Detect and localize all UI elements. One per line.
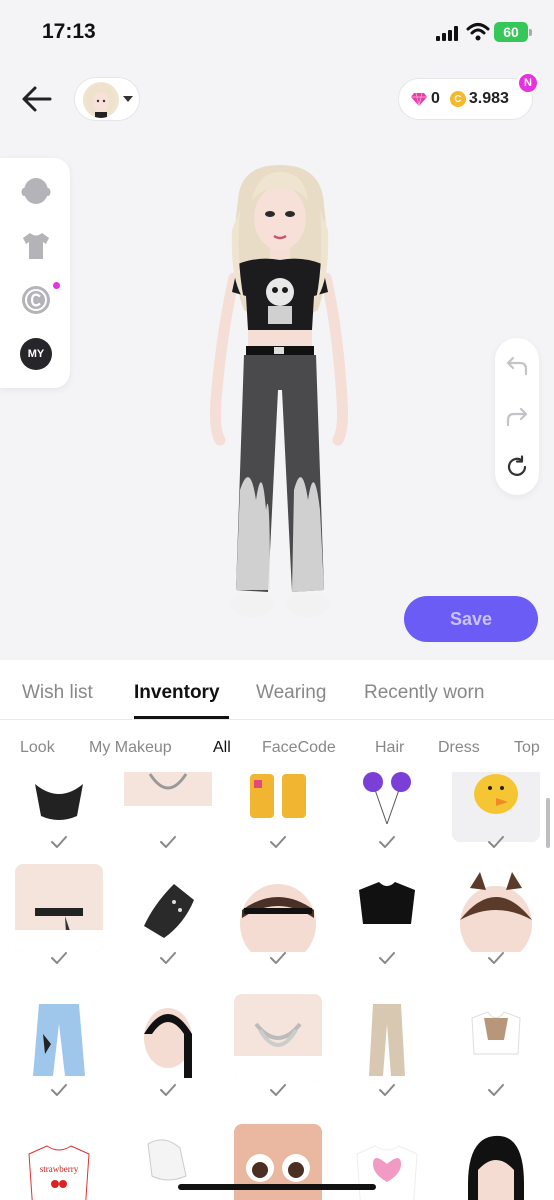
redo-icon[interactable] xyxy=(505,405,529,429)
item-strawberry-tee[interactable]: strawberry xyxy=(15,1124,103,1200)
tab-wearing[interactable]: Wearing xyxy=(256,682,326,704)
item-printed-jeans[interactable] xyxy=(15,994,103,1082)
filter-all[interactable]: All xyxy=(213,739,231,757)
avatar-thumbnail xyxy=(83,82,119,118)
filter-top[interactable]: Top xyxy=(514,739,540,757)
item-duck-hat[interactable] xyxy=(452,772,540,842)
item-beige-pants[interactable] xyxy=(343,994,431,1082)
item-follow-balloons[interactable]: FOLLOW xyxy=(343,772,431,842)
filter-look[interactable]: Look xyxy=(20,739,55,757)
coin-icon: C xyxy=(449,91,466,107)
item-chain-necklace[interactable] xyxy=(234,994,322,1082)
check-icon xyxy=(488,1084,504,1096)
coin-count: 3.983 xyxy=(468,90,509,107)
battery-icon: 60 xyxy=(494,22,532,42)
check-icon xyxy=(379,952,395,964)
check-icon xyxy=(379,1084,395,1096)
copyright-icon[interactable] xyxy=(20,284,52,316)
status-time: 17:13 xyxy=(42,20,96,43)
check-icon xyxy=(160,1084,176,1096)
reset-icon[interactable] xyxy=(505,455,529,479)
category-side-panel: MY xyxy=(0,158,70,388)
item-cat-ear-hair[interactable] xyxy=(452,864,540,952)
item-silver-necklace[interactable] xyxy=(124,772,212,842)
item-yellow-boots[interactable] xyxy=(234,772,322,842)
filter-dress[interactable]: Dress xyxy=(438,739,480,757)
check-icon xyxy=(160,952,176,964)
check-icon xyxy=(488,952,504,964)
item-black-crop-top[interactable] xyxy=(15,772,103,842)
new-badge: N xyxy=(517,72,539,94)
filter-my-makeup[interactable]: My Makeup xyxy=(89,739,172,757)
check-icon xyxy=(160,836,176,848)
currency-display[interactable]: 0 C 3.983 xyxy=(398,78,533,120)
home-indicator xyxy=(178,1184,376,1190)
check-icon xyxy=(270,1084,286,1096)
avatar-figure[interactable] xyxy=(200,160,360,625)
scrollbar[interactable] xyxy=(546,798,550,848)
check-icon xyxy=(51,952,67,964)
item-grid: FOLLOW strawberry xyxy=(0,772,554,1200)
signal-icon xyxy=(436,26,460,41)
back-arrow-icon[interactable] xyxy=(20,82,54,116)
check-icon xyxy=(270,952,286,964)
svg-text:strawberry: strawberry xyxy=(40,1164,79,1174)
avatar-switcher[interactable] xyxy=(74,77,140,121)
tab-inventory[interactable]: Inventory xyxy=(134,682,220,704)
item-long-black-hair[interactable] xyxy=(452,1124,540,1200)
check-icon xyxy=(379,836,395,848)
notification-dot xyxy=(53,282,60,289)
history-panel xyxy=(495,338,539,495)
filter-bar: Look My Makeup All FaceCode Hair Dress T… xyxy=(0,730,554,766)
head-icon[interactable] xyxy=(20,176,52,208)
status-bar: 17:13 60 xyxy=(0,0,554,66)
check-icon xyxy=(270,836,286,848)
item-slick-ponytail[interactable] xyxy=(124,994,212,1082)
filter-facecode[interactable]: FaceCode xyxy=(262,739,336,757)
check-icon xyxy=(51,1084,67,1096)
item-black-choker-scarf[interactable] xyxy=(15,864,103,952)
tab-wish-list[interactable]: Wish list xyxy=(22,682,93,704)
battery-level: 60 xyxy=(503,24,519,40)
item-black-headband[interactable] xyxy=(234,864,322,952)
my-button[interactable]: MY xyxy=(20,338,52,370)
item-argyle-vest[interactable] xyxy=(452,994,540,1082)
my-label: MY xyxy=(27,348,45,360)
gem-icon xyxy=(411,92,427,106)
tab-recently-worn[interactable]: Recently worn xyxy=(364,682,484,704)
item-studded-glove[interactable] xyxy=(124,864,212,952)
undo-icon[interactable] xyxy=(505,354,529,378)
chevron-down-icon xyxy=(123,96,133,102)
save-button[interactable]: Save xyxy=(404,596,538,642)
check-icon xyxy=(488,836,504,848)
item-black-crop-shirt[interactable] xyxy=(343,864,431,952)
inventory-sheet: Wish list Inventory Wearing Recently wor… xyxy=(0,660,554,1200)
gem-count: 0 xyxy=(431,90,440,107)
filter-hair[interactable]: Hair xyxy=(375,739,404,757)
wifi-icon xyxy=(466,23,490,41)
check-icon xyxy=(51,836,67,848)
tab-bar: Wish list Inventory Wearing Recently wor… xyxy=(0,660,554,720)
active-tab-indicator xyxy=(134,716,229,719)
tshirt-icon[interactable] xyxy=(20,230,52,262)
